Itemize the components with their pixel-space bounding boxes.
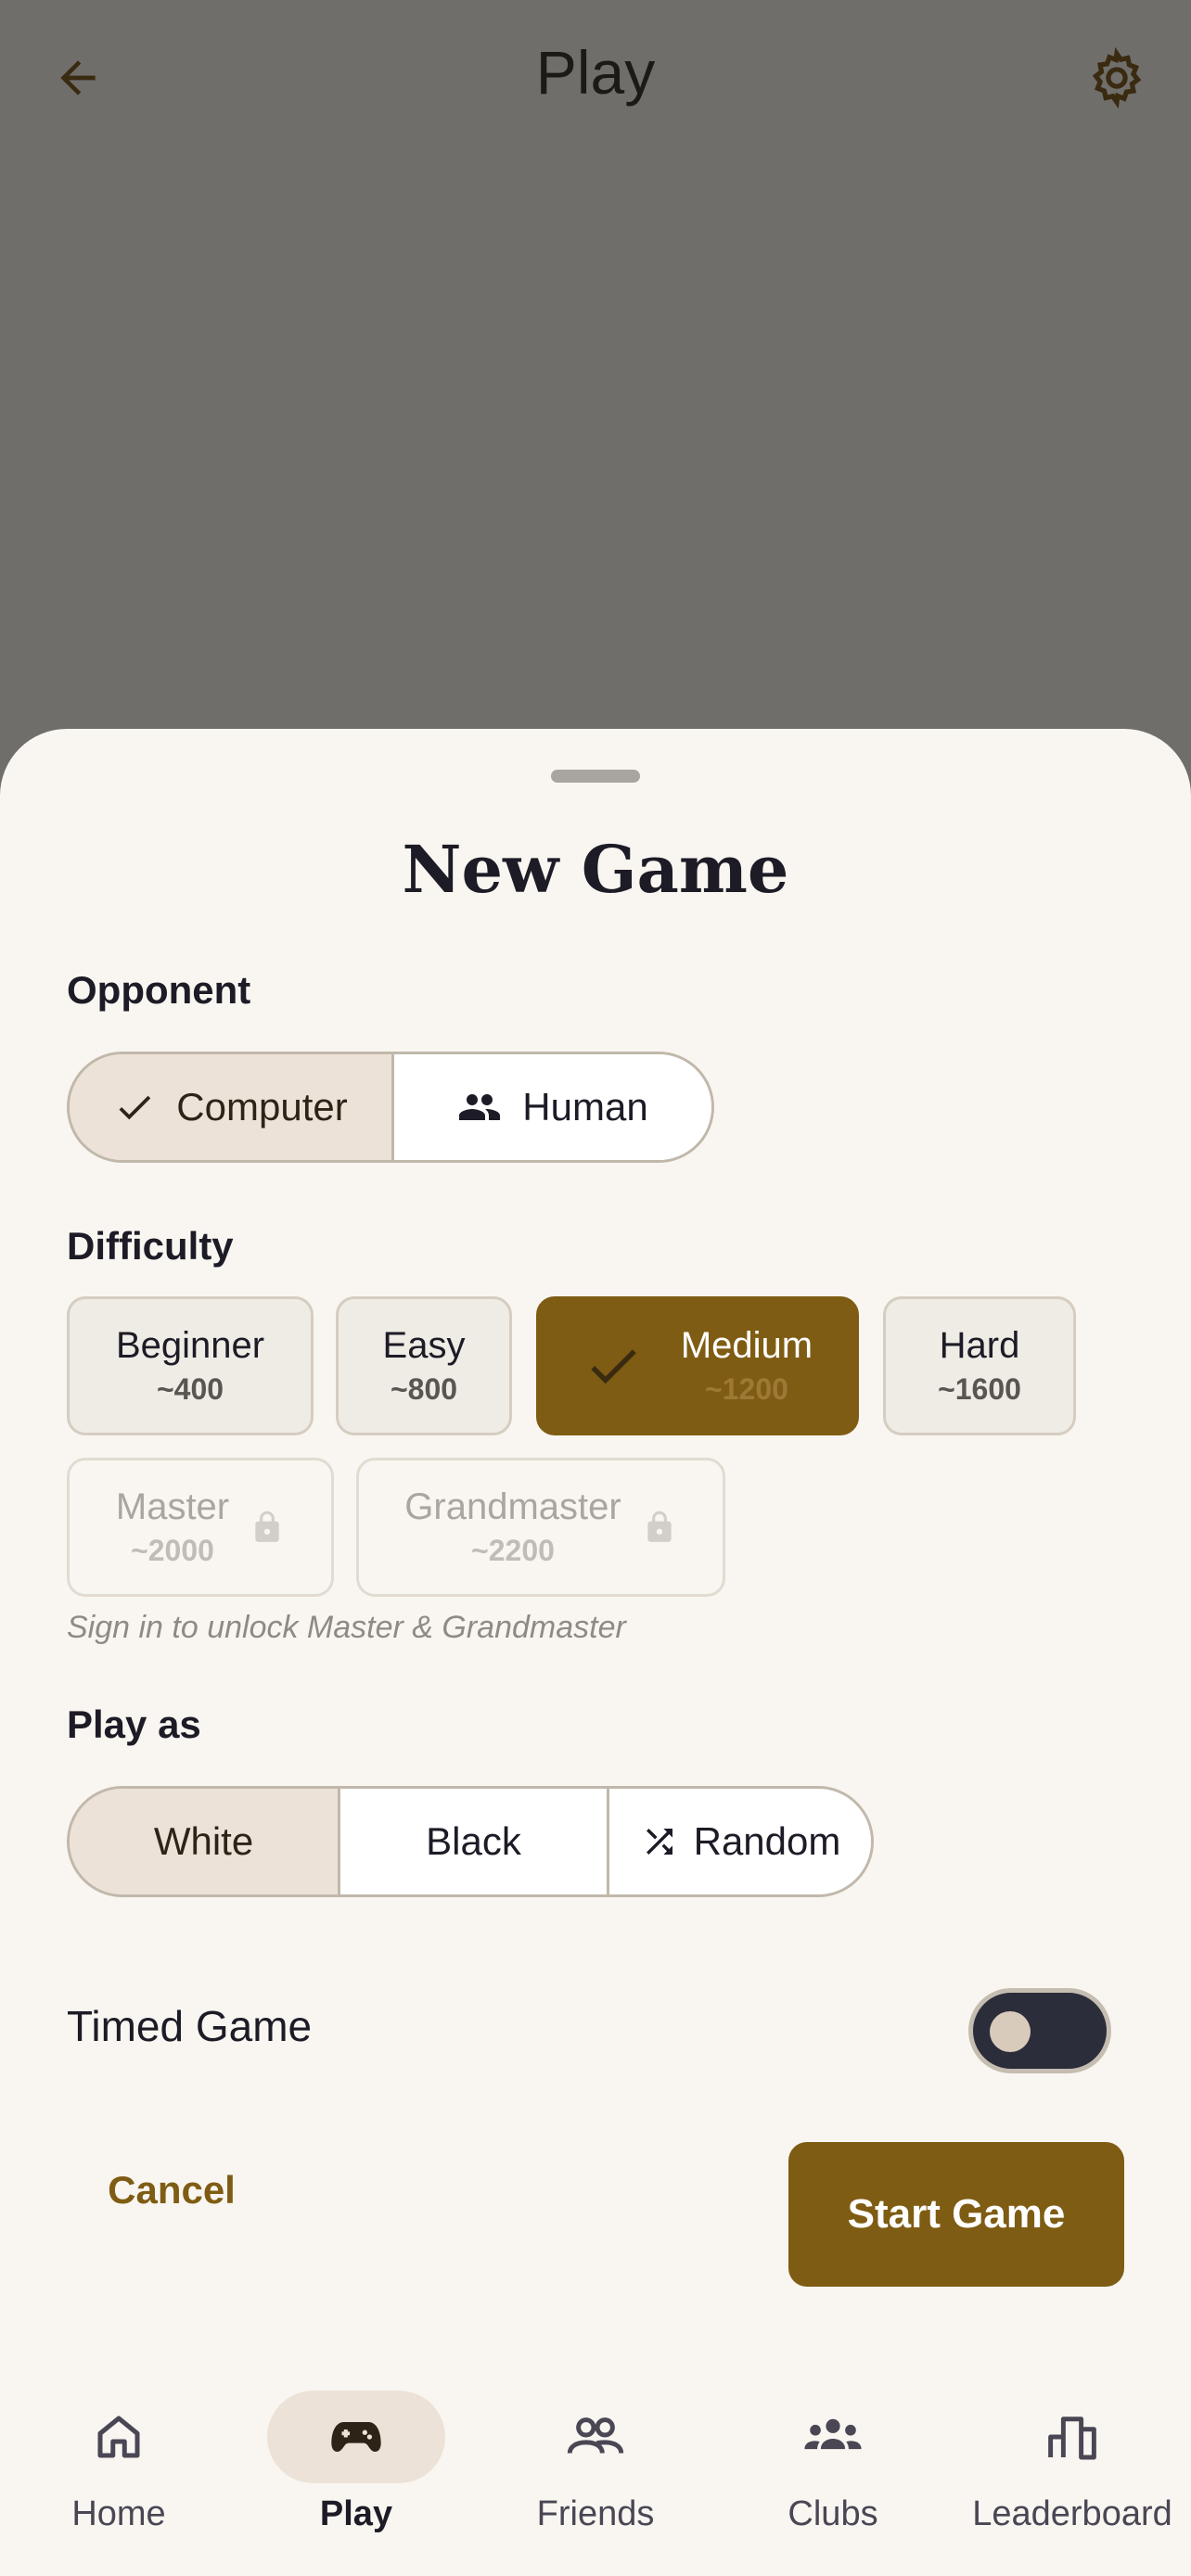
difficulty-name: Medium [680, 1325, 813, 1366]
leaderboard-icon [1048, 2417, 1096, 2460]
check-icon [591, 1349, 636, 1384]
nav-item-leaderboard[interactable]: Leaderboard [954, 2391, 1191, 2576]
opponent-label: Opponent [67, 968, 251, 1012]
lock-icon [255, 1511, 279, 1542]
difficulty-name: Master [115, 1486, 230, 1527]
difficulty-hard-text: Hard ~1600 [938, 1325, 1021, 1407]
nav-label: Friends [536, 2494, 655, 2533]
friends-icon [567, 2417, 624, 2454]
difficulty-name: Hard [939, 1325, 1020, 1366]
play-as-random-label: Random [693, 1819, 841, 1863]
difficulty-medium[interactable]: Medium ~1200 [536, 1296, 859, 1435]
difficulty-elo: ~2000 [131, 1534, 214, 1567]
difficulty-hard[interactable]: Hard ~1600 [883, 1296, 1076, 1435]
play-as-black[interactable]: Black [338, 1789, 607, 1894]
people-icon [459, 1094, 501, 1120]
nav-pill [30, 2391, 208, 2483]
cancel-button[interactable]: Cancel [67, 2144, 276, 2237]
gamepad-icon [331, 2422, 381, 2452]
home-icon [97, 2416, 140, 2458]
start-game-button[interactable]: Start Game [788, 2142, 1124, 2287]
difficulty-beginner-text: Beginner ~400 [116, 1325, 264, 1407]
difficulty-name: Easy [382, 1325, 466, 1366]
nav-label: Play [319, 2494, 393, 2533]
difficulty-label: Difficulty [67, 1224, 234, 1268]
nav-label: Clubs [788, 2494, 878, 2533]
nav-item-home[interactable]: Home [0, 2391, 237, 2576]
difficulty-easy[interactable]: Easy ~800 [336, 1296, 512, 1435]
play-as-label: Play as [67, 1702, 201, 1746]
nav-pill [744, 2391, 922, 2483]
toggle-knob [990, 2011, 1031, 2052]
opponent-segmented: Computer Human [67, 1052, 714, 1163]
difficulty-master[interactable]: Master ~2000 [67, 1458, 334, 1597]
difficulty-beginner[interactable]: Beginner ~400 [67, 1296, 314, 1435]
nav-pill [506, 2391, 685, 2483]
difficulty-elo: ~2200 [471, 1534, 555, 1567]
drag-handle[interactable] [551, 770, 640, 783]
difficulty-elo: ~1600 [938, 1372, 1021, 1406]
difficulty-elo: ~1200 [705, 1372, 788, 1406]
nav-item-play[interactable]: Play [237, 2391, 475, 2576]
play-as-white-label: White [153, 1819, 254, 1863]
difficulty-master-text: Master ~2000 [116, 1486, 229, 1568]
play-as-black-label: Black [426, 1819, 521, 1863]
settings-button[interactable] [1080, 41, 1154, 115]
page-title: Play [535, 38, 656, 107]
bottom-navigation: Home Play Friends Clubs Leaderboard [0, 2355, 1191, 2576]
gear-icon [1092, 47, 1142, 108]
shuffle-icon [646, 1829, 672, 1855]
difficulty-easy-text: Easy ~800 [383, 1325, 466, 1407]
opponent-human-label: Human [522, 1085, 648, 1129]
difficulty-medium-text: Medium ~1200 [681, 1325, 813, 1407]
play-as-white[interactable]: White [70, 1789, 338, 1894]
opponent-computer-label: Computer [176, 1085, 348, 1129]
timed-game-label: Timed Game [67, 2002, 313, 2050]
nav-label: Leaderboard [972, 2494, 1172, 2533]
opponent-human[interactable]: Human [391, 1054, 711, 1160]
check-icon [119, 1095, 151, 1120]
difficulty-grandmaster-text: Grandmaster ~2200 [404, 1486, 621, 1568]
sheet-title: New Game [402, 831, 789, 908]
play-as-random[interactable]: Random [607, 1789, 871, 1894]
nav-item-clubs[interactable]: Clubs [714, 2391, 952, 2576]
difficulty-elo: ~400 [156, 1372, 224, 1406]
nav-pill [267, 2391, 445, 2483]
opponent-computer[interactable]: Computer [70, 1054, 391, 1160]
lock-icon [647, 1511, 672, 1542]
difficulty-name: Beginner [115, 1325, 265, 1366]
clubs-icon [804, 2418, 862, 2450]
new-game-sheet: New Game Opponent Computer Human Difficu… [0, 729, 1191, 2576]
nav-item-friends[interactable]: Friends [477, 2391, 714, 2576]
timed-game-toggle[interactable] [968, 1988, 1111, 2073]
unlock-note: Sign in to unlock Master & Grandmaster [67, 1610, 626, 1645]
nav-label: Home [71, 2494, 166, 2533]
difficulty-elo: ~800 [390, 1372, 458, 1406]
difficulty-grandmaster[interactable]: Grandmaster ~2200 [356, 1458, 725, 1597]
nav-pill [983, 2391, 1161, 2483]
play-as-segmented: White Black Random [67, 1786, 874, 1897]
top-app-bar: Play [0, 0, 1191, 158]
difficulty-name: Grandmaster [404, 1486, 621, 1527]
